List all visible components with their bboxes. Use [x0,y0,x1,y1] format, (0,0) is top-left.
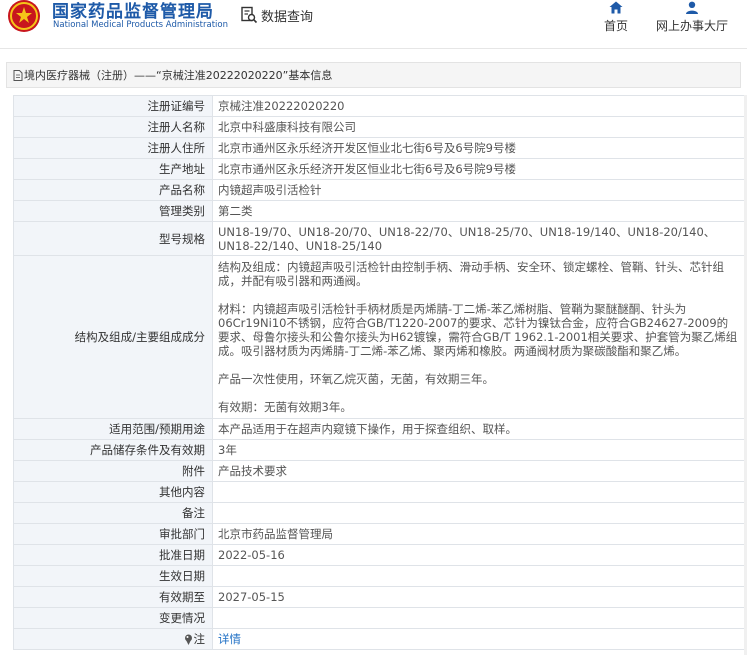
pin-icon [184,634,192,645]
row-label: 变更情况 [13,607,213,629]
validity-paragraph: 有效期：无菌有效期3年。 [218,400,352,414]
row-value: UN18-19/70、UN18-20/70、UN18-22/70、UN18-25… [212,221,745,256]
table-row: 其他内容 [13,481,745,503]
table-row: 附件 产品技术要求 [13,460,745,482]
row-label: 适用范围/预期用途 [13,418,213,440]
row-value: 北京市药品监督管理局 [212,523,745,545]
table-row: 产品储存条件及有效期 3年 [13,439,745,461]
row-value: 本产品适用于在超声内窥镜下操作，用于探查组织、取样。 [212,418,745,440]
row-label: 备注 [13,502,213,524]
row-label: 注册人住所 [13,137,213,159]
usage-paragraph: 产品一次性使用，环氧乙烷灭菌，无菌，有效期三年。 [218,372,494,386]
row-value-paragraphs: 结构及组成：内镜超声吸引活检针由控制手柄、滑动手柄、安全环、锁定螺栓、管鞘、针头… [212,255,745,419]
row-label: 附件 [13,460,213,482]
row-value: 详情 [212,628,745,650]
row-value [212,481,745,503]
table-row: 管理类别 第二类 [13,200,745,222]
nav-online-office-label: 网上办事大厅 [655,19,728,33]
site-title[interactable]: 国家药品监督管理局 [52,0,214,22]
row-value: 第二类 [212,200,745,222]
home-icon [609,1,623,14]
breadcrumb-text: 境内医疗器械（注册）——“京械注准20222020220”基本信息 [24,69,333,82]
registration-detail-table: 注册证编号 京械注准20222020220 注册人名称 北京中科盛康科技有限公司… [13,95,745,650]
row-label: 结构及组成/主要组成成分 [13,255,213,419]
note-label: 注 [193,632,206,646]
search-document-icon [241,6,258,24]
row-value: 京械注准20222020220 [212,95,745,117]
row-value [212,607,745,629]
row-label: 产品名称 [13,179,213,201]
breadcrumb: 境内医疗器械（注册）——“京械注准20222020220”基本信息 [6,62,741,88]
table-row: 生产地址 北京市通州区永乐经济开发区恒业北七街6号及6号院9号楼 [13,158,745,180]
row-value: 2022-05-16 [212,544,745,566]
table-row: 产品名称 内镜超声吸引活检针 [13,179,745,201]
row-label: 注册证编号 [13,95,213,117]
structure-paragraph: 结构及组成：内镜超声吸引活检针由控制手柄、滑动手柄、安全环、锁定螺栓、管鞘、针头… [218,260,724,288]
national-emblem-icon[interactable] [6,0,42,34]
site-subtitle: National Medical Products Administration [53,20,228,30]
row-value: 内镜超声吸引活检针 [212,179,745,201]
data-query-label: 数据查询 [261,9,314,25]
row-label: 型号规格 [13,221,213,256]
row-label: 生效日期 [13,565,213,587]
row-label: 生产地址 [13,158,213,180]
table-row: 生效日期 [13,565,745,587]
table-row: 注册人住所 北京市通州区永乐经济开发区恒业北七街6号及6号院9号楼 [13,137,745,159]
row-value: 北京市通州区永乐经济开发区恒业北七街6号及6号院9号楼 [212,137,745,159]
table-row: 适用范围/预期用途 本产品适用于在超声内窥镜下操作，用于探查组织、取样。 [13,418,745,440]
table-row: 型号规格 UN18-19/70、UN18-20/70、UN18-22/70、UN… [13,221,745,256]
row-value: 2027-05-15 [212,586,745,608]
row-value: 北京中科盛康科技有限公司 [212,116,745,138]
table-row: 结构及组成/主要组成成分 结构及组成：内镜超声吸引活检针由控制手柄、滑动手柄、安… [13,255,745,419]
row-label-note: 注 [13,628,213,650]
row-value [212,502,745,524]
table-row: 有效期至 2027-05-15 [13,586,745,608]
row-label: 产品储存条件及有效期 [13,439,213,461]
row-label: 其他内容 [13,481,213,503]
row-label: 有效期至 [13,586,213,608]
data-query-link[interactable]: 数据查询 [240,4,313,26]
document-icon [13,69,23,81]
row-label: 审批部门 [13,523,213,545]
table-row: 备注 [13,502,745,524]
row-value [212,565,745,587]
row-label: 管理类别 [13,200,213,222]
material-paragraph: 材料：内镜超声吸引活检针手柄材质是丙烯腈-丁二烯-苯乙烯树脂、管鞘为聚醚醚酮、针… [218,302,738,358]
row-value: 北京市通州区永乐经济开发区恒业北七街6号及6号院9号楼 [212,158,745,180]
user-icon [686,1,698,14]
table-row: 批准日期 2022-05-16 [13,544,745,566]
details-link[interactable]: 详情 [218,632,241,646]
table-row: 注册证编号 京械注准20222020220 [13,95,745,117]
table-row: 变更情况 [13,607,745,629]
row-value: 产品技术要求 [212,460,745,482]
row-label: 批准日期 [13,544,213,566]
table-row: 注 详情 [13,628,745,650]
row-value: 3年 [212,439,745,461]
nav-home[interactable]: 首页 [600,0,632,40]
site-header: 国家药品监督管理局 National Medical Products Admi… [0,0,747,49]
row-label: 注册人名称 [13,116,213,138]
table-row: 注册人名称 北京中科盛康科技有限公司 [13,116,745,138]
table-row: 审批部门 北京市药品监督管理局 [13,523,745,545]
nav-online-office[interactable]: 网上办事大厅 [652,0,732,40]
nav-home-label: 首页 [603,19,628,33]
